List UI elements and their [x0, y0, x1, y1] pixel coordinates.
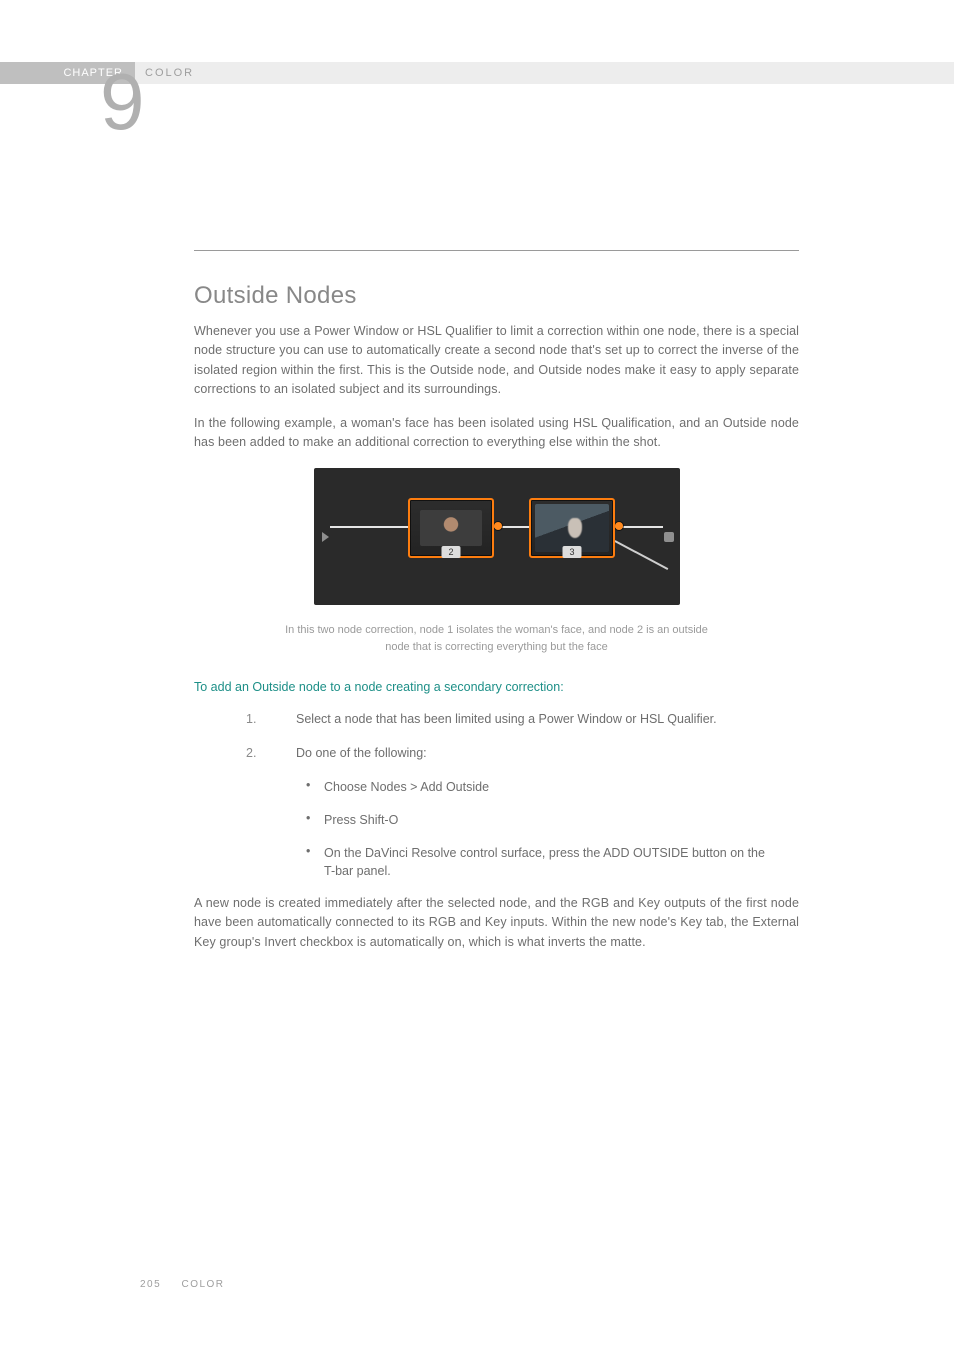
page-footer: 205 COLOR: [140, 1279, 225, 1290]
list-text: Press Shift-O: [324, 811, 398, 830]
graph-edge: [615, 540, 669, 569]
node-number-badge: 2: [441, 546, 460, 558]
bullet-icon: •: [306, 844, 314, 882]
list-item: • Press Shift-O: [306, 811, 799, 830]
body-paragraph: A new node is created immediately after …: [194, 894, 799, 952]
list-item: • Choose Nodes > Add Outside: [306, 778, 799, 797]
node-thumbnail: 2: [408, 498, 494, 558]
node-preview-image: [535, 504, 609, 552]
chapter-number: 9: [100, 62, 145, 142]
node-number-badge: 3: [562, 546, 581, 558]
body-paragraph: In the following example, a woman's face…: [194, 414, 799, 453]
list-number: 2.: [246, 746, 264, 760]
node-output-dot-icon: [615, 522, 623, 530]
node-thumbnail: 3: [529, 498, 615, 558]
graph-input-port-icon: [322, 532, 329, 542]
node-preview-image: [420, 510, 482, 546]
page-number: 205: [140, 1279, 161, 1290]
list-text: Select a node that has been limited usin…: [296, 712, 717, 726]
list-item: 2. Do one of the following:: [246, 746, 799, 760]
figure-node-graph: 2 3: [314, 468, 680, 605]
section-label: COLOR: [145, 62, 194, 84]
list-text: On the DaVinci Resolve control surface, …: [324, 844, 774, 882]
document-page: CHAPTER COLOR 9 Outside Nodes Whenever y…: [0, 0, 954, 1350]
footer-section: COLOR: [181, 1279, 224, 1290]
body-paragraph: Whenever you use a Power Window or HSL Q…: [194, 322, 799, 400]
list-item: • On the DaVinci Resolve control surface…: [306, 844, 799, 882]
node-output-dot-icon: [494, 522, 502, 530]
graph-edge: [330, 526, 408, 528]
list-text: Choose Nodes > Add Outside: [324, 778, 489, 797]
figure-caption: node that is correcting everything but t…: [194, 639, 799, 656]
figure-caption: In this two node correction, node 1 isol…: [194, 622, 799, 639]
graph-output-port-icon: [664, 532, 674, 542]
procedure-heading: To add an Outside node to a node creatin…: [194, 680, 799, 694]
section-heading: Outside Nodes: [194, 282, 799, 310]
bullet-icon: •: [306, 811, 314, 830]
horizontal-rule: [194, 250, 799, 251]
list-text: Do one of the following:: [296, 746, 427, 760]
list-item: 1. Select a node that has been limited u…: [246, 712, 799, 726]
list-number: 1.: [246, 712, 264, 726]
bullet-icon: •: [306, 778, 314, 797]
header-accent-right: [135, 62, 954, 84]
